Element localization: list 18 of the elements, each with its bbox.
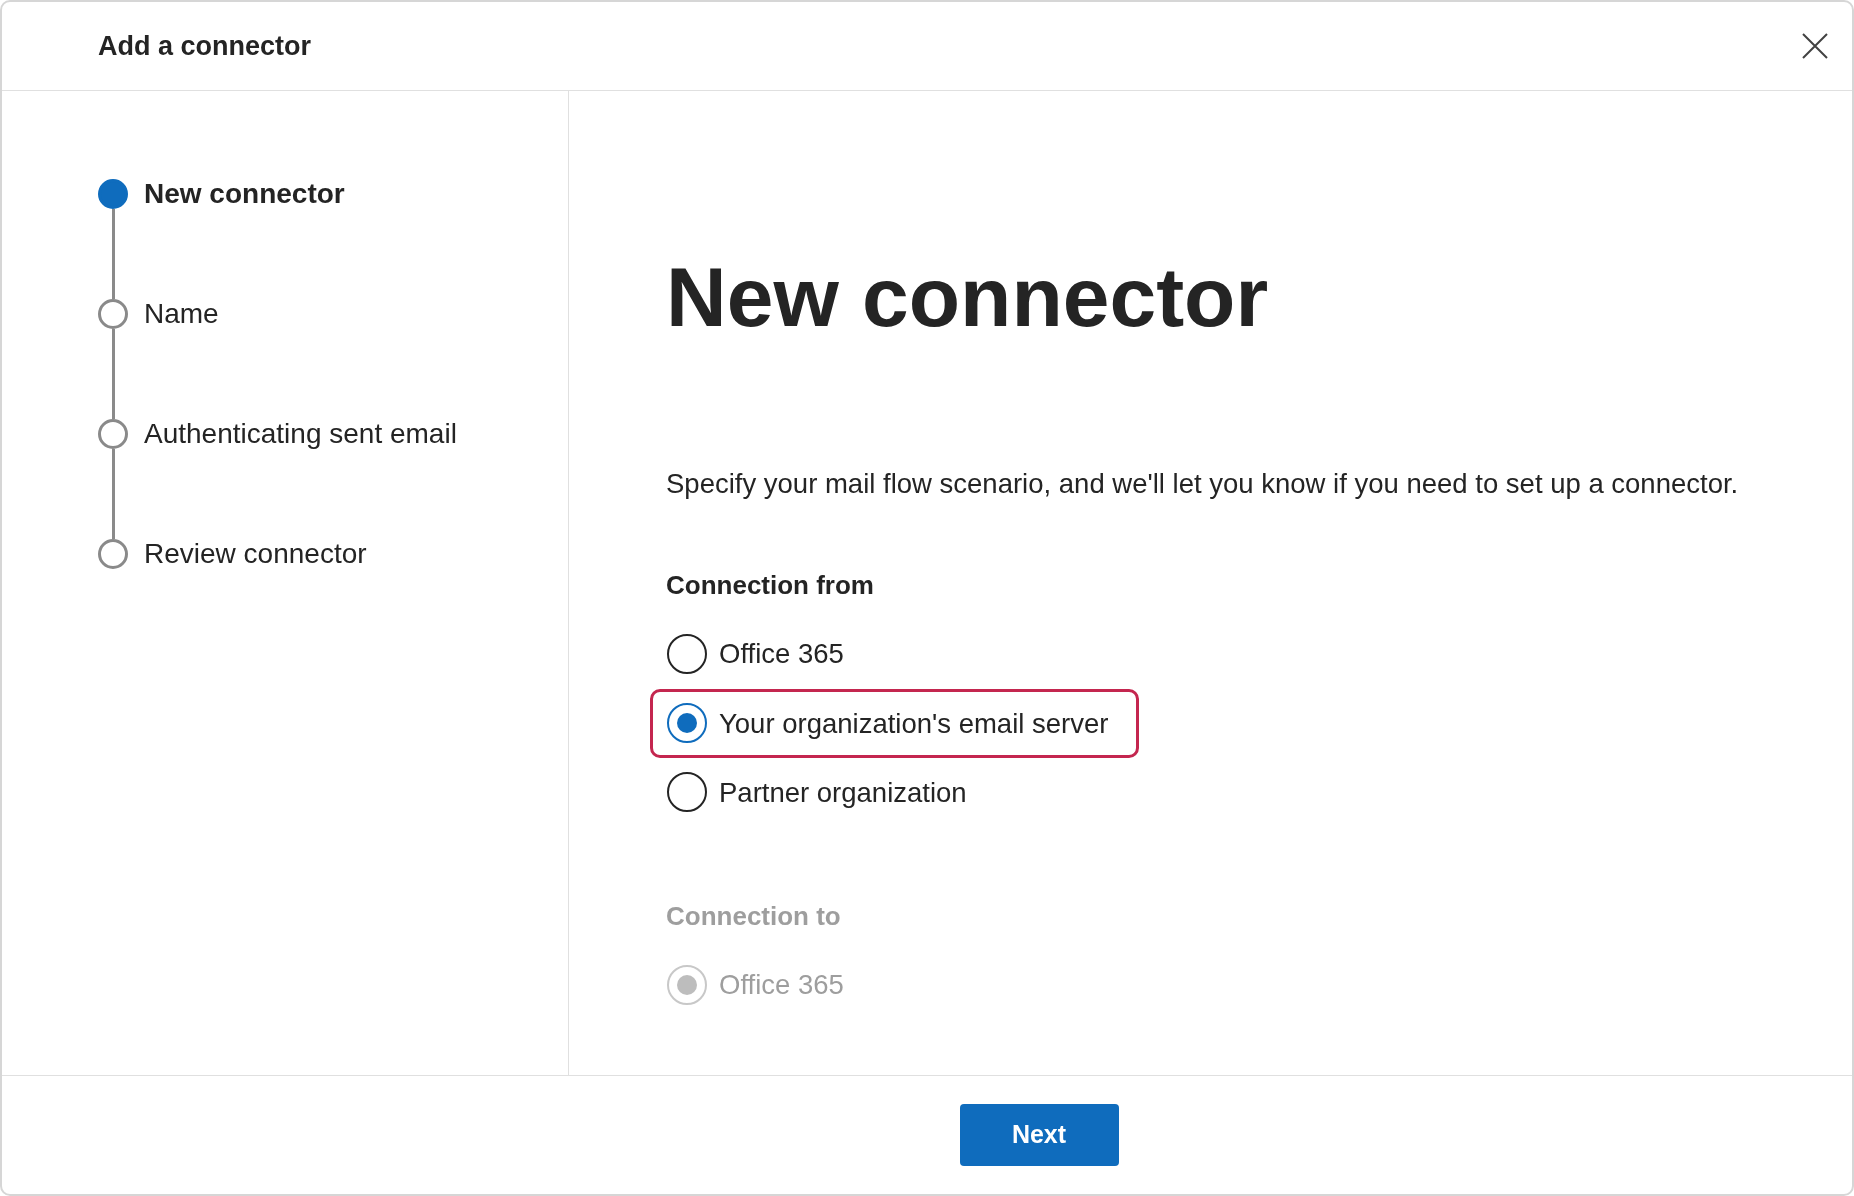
step-label: Review connector (144, 537, 367, 571)
dialog-title: Add a connector (98, 29, 312, 63)
radio-label: Office 365 (719, 968, 844, 1002)
radio-label: Partner organization (719, 775, 967, 810)
section-heading: Connection from (666, 569, 875, 603)
step-label: Name (144, 297, 219, 331)
radio-button[interactable] (667, 772, 707, 813)
next-button[interactable]: Next (959, 1104, 1119, 1166)
step-label: Authenticating sent email (144, 417, 457, 451)
step-label: New connector (144, 177, 345, 211)
section-heading: Connection to (666, 900, 842, 933)
description-text: Specify your mail flow scenario, and we'll let you know if you need to set up a connector. (666, 467, 1740, 501)
page-heading: New connector (666, 255, 1270, 339)
radio-button[interactable] (667, 703, 707, 744)
radio-button[interactable] (667, 633, 707, 674)
radio-label: Office 365 (719, 637, 844, 672)
radio-label: Your organization's email server (719, 706, 1109, 741)
close-icon (1802, 33, 1828, 59)
